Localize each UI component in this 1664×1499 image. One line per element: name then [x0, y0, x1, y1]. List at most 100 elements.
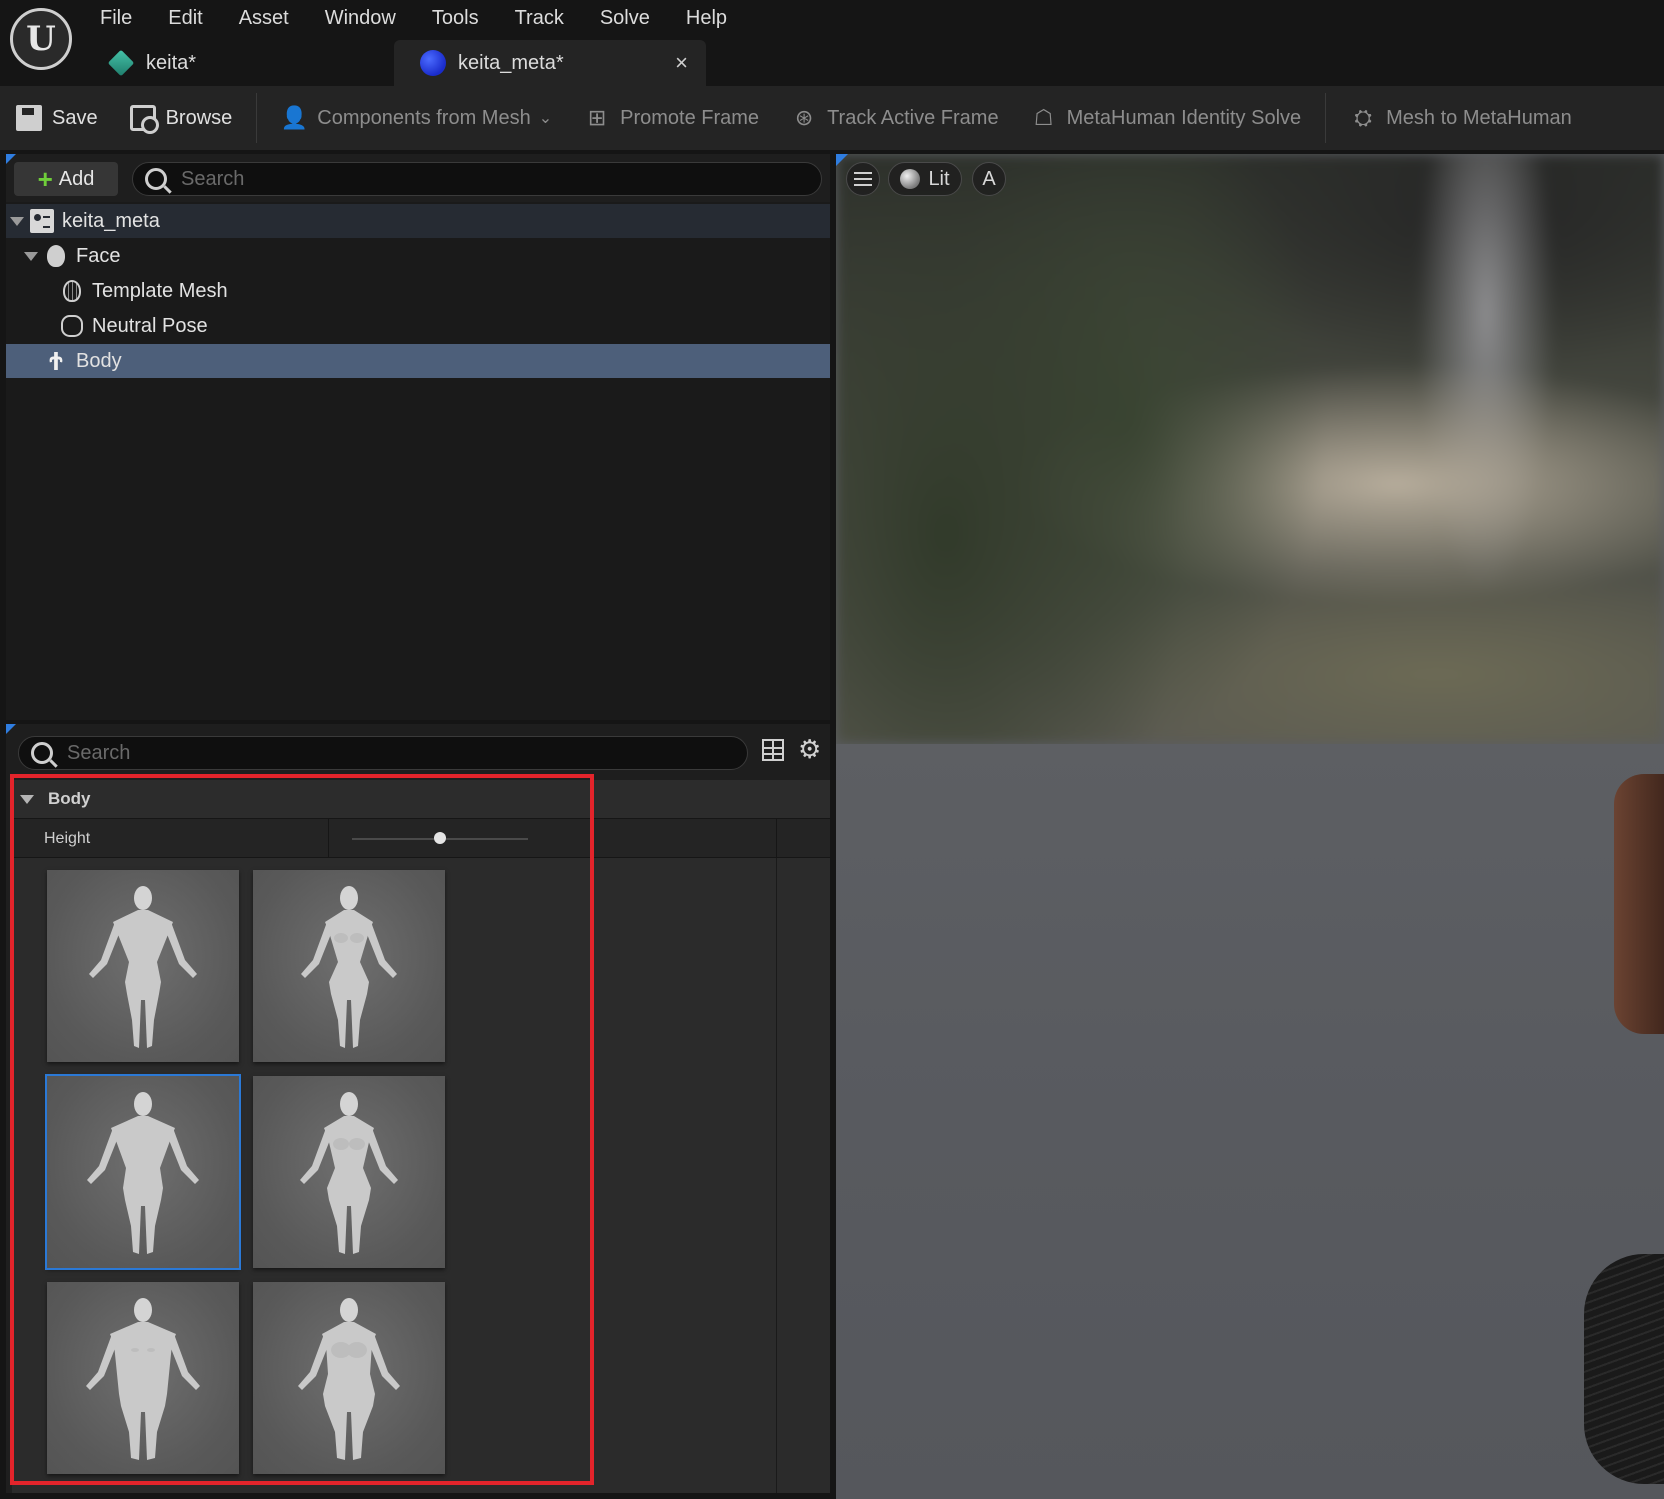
add-label: Add — [58, 167, 95, 190]
identity-solve-button[interactable]: ☖ MetaHuman Identity Solve — [1015, 86, 1318, 150]
body-type-3[interactable] — [45, 1074, 241, 1270]
components-from-mesh-button[interactable]: 👤 Components from Mesh ⌄ — [265, 86, 568, 150]
section-body[interactable]: Body — [12, 780, 830, 818]
components-search-input[interactable]: Search — [132, 162, 822, 196]
tree-item-face[interactable]: Face — [6, 239, 830, 273]
person-add-icon: 👤 — [280, 105, 308, 130]
expand-arrow-icon[interactable] — [24, 251, 38, 261]
identity-icon — [30, 209, 54, 233]
unreal-logo-icon[interactable]: U — [10, 8, 72, 70]
body-figure-icon — [300, 1092, 398, 1254]
chevron-down-icon: ⌄ — [538, 110, 553, 127]
browse-icon — [129, 105, 159, 134]
tree-item-template-mesh[interactable]: Template Mesh — [6, 274, 830, 308]
menu-solve[interactable]: Solve — [582, 0, 668, 34]
column-divider — [328, 819, 329, 859]
mesh-to-metahuman-label: Mesh to MetaHuman — [1386, 106, 1572, 129]
panel-corner-marker — [6, 154, 16, 164]
menu-bar: File Edit Asset Window Tools Track Solve… — [82, 0, 745, 34]
body-type-5[interactable] — [47, 1282, 239, 1474]
pose-icon — [60, 314, 84, 338]
face-icon — [44, 244, 68, 268]
track-active-frame-button[interactable]: ⊛ Track Active Frame — [775, 86, 1015, 150]
title-bar: U File Edit Asset Window Tools Track Sol… — [0, 0, 1664, 86]
tree-item-label: Face — [76, 244, 121, 267]
view-mode-label: Lit — [928, 167, 950, 190]
tab-keita-meta[interactable]: keita_meta* × — [394, 40, 706, 86]
body-type-6[interactable] — [253, 1282, 445, 1474]
body-figure-icon — [298, 1298, 400, 1460]
body-figure-icon — [87, 1092, 199, 1254]
menu-asset[interactable]: Asset — [221, 0, 307, 34]
save-label: Save — [52, 106, 98, 129]
body-figure-icon — [301, 886, 397, 1048]
document-tabs: keita* keita_meta* × — [82, 40, 706, 86]
tab-keita[interactable]: keita* — [82, 40, 394, 86]
menu-help[interactable]: Help — [668, 0, 745, 34]
search-icon — [31, 742, 53, 764]
tab-label: keita_meta* — [458, 51, 564, 74]
search-placeholder: Search — [181, 167, 245, 190]
body-figure-icon — [89, 886, 197, 1048]
viewport-options-button[interactable] — [846, 162, 880, 196]
body-type-4[interactable] — [253, 1076, 445, 1268]
menu-edit[interactable]: Edit — [150, 0, 220, 34]
auto-button[interactable]: A — [972, 162, 1006, 196]
components-panel: + Add Search keita_meta Face Template Me… — [6, 154, 830, 720]
add-button[interactable]: + Add — [14, 162, 118, 196]
height-label: Height — [44, 830, 91, 847]
body-type-1[interactable] — [47, 870, 239, 1062]
cube-icon — [107, 49, 135, 77]
model-ear-partial — [1614, 774, 1664, 1034]
save-button[interactable]: Save — [0, 86, 114, 150]
toolbar-divider — [256, 93, 258, 143]
view-mode-button[interactable]: Lit — [888, 162, 962, 196]
toolbar: Save Browse 👤 Components from Mesh ⌄ ⊞ P… — [0, 86, 1664, 150]
menu-tools[interactable]: Tools — [414, 0, 497, 34]
menu-track[interactable]: Track — [497, 0, 582, 34]
menu-file[interactable]: File — [82, 0, 150, 34]
identity-solve-label: MetaHuman Identity Solve — [1066, 106, 1302, 129]
details-header: Search ⚙ — [6, 724, 830, 780]
collapse-arrow-icon[interactable] — [20, 794, 34, 804]
expand-arrow-icon[interactable] — [10, 216, 24, 226]
components-from-mesh-label: Components from Mesh — [317, 106, 531, 129]
track-icon: ⊛ — [794, 105, 814, 130]
gear-icon[interactable]: ⚙ — [798, 736, 821, 762]
tree-item-label: Template Mesh — [92, 279, 228, 302]
mesh-head-icon — [60, 279, 84, 303]
section-label: Body — [48, 789, 91, 808]
table-view-icon[interactable] — [762, 739, 784, 761]
panel-corner-marker — [836, 154, 848, 166]
tree-item-keita-meta[interactable]: keita_meta — [6, 204, 830, 238]
column-divider — [776, 819, 777, 859]
column-divider — [776, 858, 777, 1493]
viewport-background — [836, 154, 1664, 744]
plus-icon: + — [37, 164, 53, 194]
promote-frame-button[interactable]: ⊞ Promote Frame — [568, 86, 775, 150]
body-figure-icon — [86, 1298, 200, 1460]
browse-label: Browse — [165, 106, 233, 129]
viewport-floor — [836, 744, 1664, 1499]
body-icon: Ϯ — [49, 345, 63, 376]
details-search-input[interactable]: Search — [18, 736, 748, 770]
search-icon — [145, 168, 167, 190]
close-icon[interactable]: × — [675, 50, 688, 76]
tab-label: keita* — [146, 51, 197, 74]
plus-square-icon: ⊞ — [587, 105, 607, 130]
hamburger-icon — [854, 172, 872, 186]
height-property-row: Height — [12, 818, 830, 859]
body-type-2[interactable] — [253, 870, 445, 1062]
tree-item-body[interactable]: Ϯ Body — [6, 344, 830, 378]
track-active-frame-label: Track Active Frame — [827, 106, 999, 129]
tree-item-label: Neutral Pose — [92, 314, 208, 337]
browse-button[interactable]: Browse — [114, 86, 249, 150]
mesh-to-metahuman-button[interactable]: ⛭ Mesh to MetaHuman — [1334, 86, 1588, 150]
tree-item-neutral-pose[interactable]: Neutral Pose — [6, 309, 830, 343]
height-slider-handle[interactable] — [434, 832, 446, 844]
metahuman-icon: ⛭ — [1354, 105, 1372, 130]
menu-window[interactable]: Window — [307, 0, 414, 34]
auto-label: A — [982, 167, 996, 190]
components-header: + Add Search — [6, 154, 830, 202]
viewport[interactable]: Lit A — [836, 154, 1664, 1499]
